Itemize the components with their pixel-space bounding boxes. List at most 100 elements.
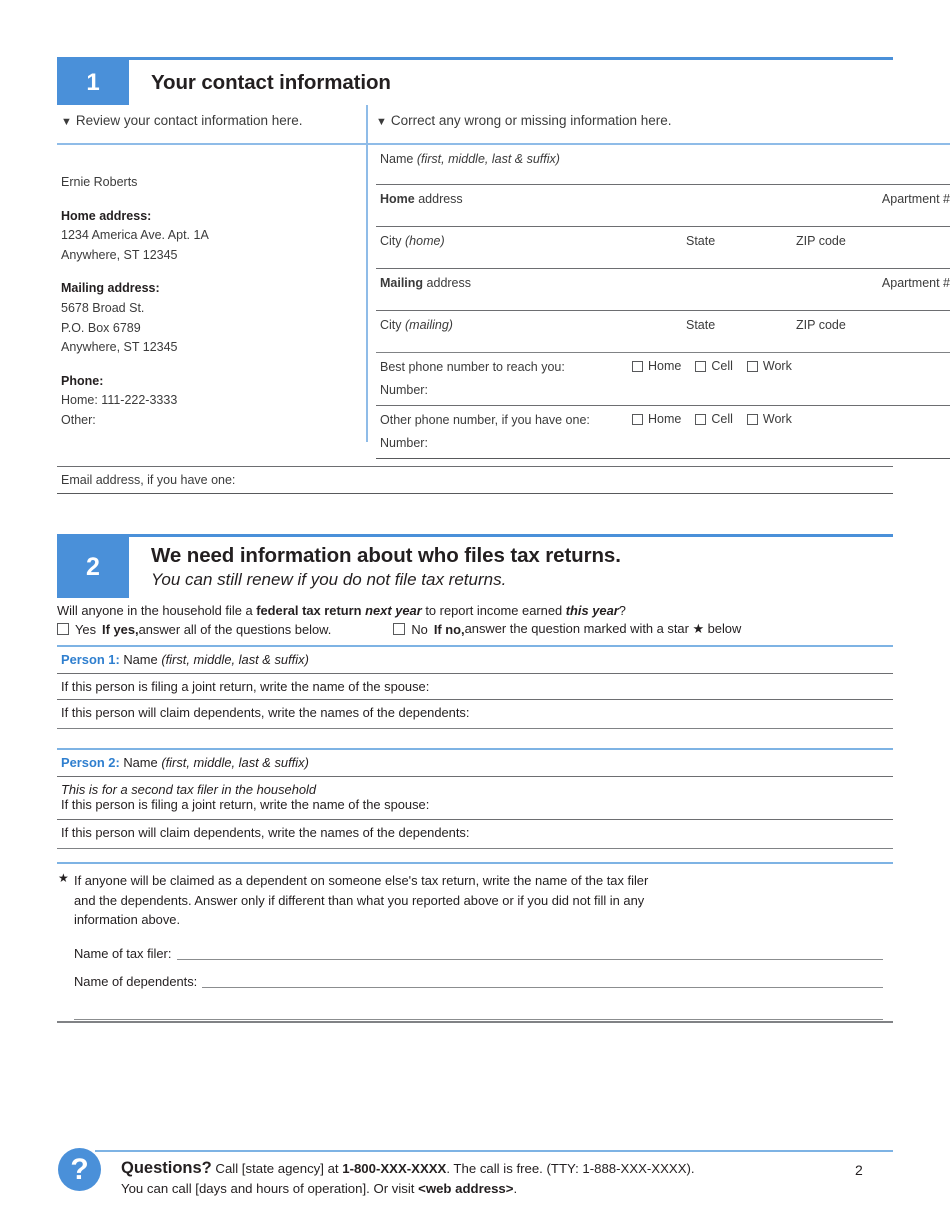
best-phone-cell-label: Cell: [711, 359, 733, 373]
section-1-title: Your contact information: [151, 71, 391, 94]
printed-contact-info: Ernie Roberts Home address: 1234 America…: [61, 173, 357, 431]
dependents-name-input-line[interactable]: [202, 987, 883, 988]
printed-mailing-address-line1: 5678 Broad St.: [61, 300, 145, 315]
other-phone-home-checkbox[interactable]: Home: [632, 412, 681, 426]
answer-yes-bold: If yes,: [102, 621, 139, 637]
other-phone-work-checkbox[interactable]: Work: [746, 412, 792, 426]
section-2-title: We need information about who files tax …: [151, 544, 621, 568]
answer-no-checkbox[interactable]: No If no, answer the question marked wit…: [393, 621, 741, 637]
best-phone-home-label: Home: [648, 359, 682, 373]
printed-home-address-line2: Anywhere, ST 12345: [61, 247, 178, 262]
answer-yes-rest: answer all of the questions below.: [138, 621, 332, 637]
person1-dependents-label: If this person will claim dependents, wr…: [61, 705, 470, 720]
answer-yes-checkbox[interactable]: Yes If yes, answer all of the questions …: [57, 622, 331, 637]
field-row-best-phone[interactable]: Best phone number to reach you: Home Cel…: [376, 353, 950, 406]
best-phone-work-checkbox[interactable]: Work: [746, 359, 792, 373]
state-mailing-field-label: State: [686, 318, 716, 332]
tax-return-question: Will anyone in the household file a fede…: [57, 603, 626, 618]
form-page: 1 Your contact information ▼ Review your …: [0, 0, 950, 1230]
state-home-field-label: State: [686, 234, 716, 248]
other-phone-home-label: Home: [648, 412, 682, 426]
triangle-down-icon: ▼: [61, 116, 72, 128]
field-row-city-home[interactable]: City (home) State ZIP code: [376, 227, 950, 269]
printed-name: Ernie Roberts: [61, 175, 138, 189]
correct-column-header-label: Correct any wrong or missing information…: [390, 113, 672, 128]
person1-spouse-row[interactable]: If this person is filing a joint return,…: [57, 673, 893, 699]
person2-name-row[interactable]: Person 2: Name (first, middle, last & su…: [57, 748, 893, 774]
section-1-banner: 1 Your contact information: [57, 57, 893, 105]
field-row-city-mailing[interactable]: City (mailing) State ZIP code: [376, 311, 950, 353]
footer-line-1: Questions? Call [state agency] at 1-800-…: [121, 1159, 695, 1177]
name-field-label: Name (first, middle, last & suffix): [380, 152, 560, 166]
person2-spouse-row[interactable]: If this person is filing a joint return,…: [57, 797, 893, 819]
best-phone-home-checkbox[interactable]: Home: [632, 359, 681, 373]
person1-bottom-rule: [57, 728, 893, 729]
person2-spouse-label: If this person is filing a joint return,…: [61, 797, 430, 812]
footer-line-2: You can call [days and hours of operatio…: [121, 1180, 518, 1196]
dependents-name-label: Name of dependents:: [74, 974, 198, 989]
star-note-line1: If anyone will be claimed as a dependent…: [74, 873, 649, 888]
person1-dependents-row[interactable]: If this person will claim dependents, wr…: [57, 699, 893, 725]
printed-mailing-address-label: Mailing address:: [61, 281, 160, 296]
star-note-text: If anyone will be claimed as a dependent…: [74, 871, 884, 930]
star-icon: ★: [58, 871, 69, 885]
best-phone-field-label: Best phone number to reach you:: [380, 360, 565, 374]
mailing-address-field-label: Mailing address: [380, 276, 472, 290]
answer-no-bold: If no,: [433, 621, 465, 637]
dependent-star-note: ★ If anyone will be claimed as a depende…: [57, 862, 893, 1020]
person1-spouse-label: If this person is filing a joint return,…: [61, 679, 430, 694]
answer-no-label: No: [411, 621, 428, 637]
person1-name-row[interactable]: Person 1: Name (first, middle, last & su…: [57, 645, 893, 671]
mailing-apartment-field-label: Apartment #: [881, 276, 950, 290]
field-row-mailing-address[interactable]: Mailing address Apartment #: [376, 269, 950, 311]
person2-bottom-rule: [57, 848, 893, 849]
contact-information-grid: ▼ Review your contact information here. ▼…: [57, 105, 950, 495]
person2-note-row: This is for a second tax filer in the ho…: [57, 776, 893, 797]
other-phone-type-checkbox-group[interactable]: Home Cell Work: [632, 412, 806, 426]
checkbox-icon[interactable]: [393, 623, 406, 635]
person2-dependents-label: If this person will claim dependents, wr…: [61, 825, 470, 840]
person2-dependents-row[interactable]: If this person will claim dependents, wr…: [57, 819, 893, 845]
checkbox-icon[interactable]: [57, 623, 69, 635]
other-phone-cell-checkbox[interactable]: Cell: [695, 412, 733, 426]
checkbox-icon[interactable]: [695, 413, 707, 425]
dependents-name-input-line-2[interactable]: [74, 1019, 883, 1020]
section-2-number: 2: [57, 537, 129, 598]
triangle-down-icon: ▼: [376, 116, 387, 128]
checkbox-icon[interactable]: [746, 413, 758, 425]
best-phone-work-label: Work: [762, 359, 792, 373]
section-2-banner: 2 We need information about who files ta…: [57, 534, 893, 598]
checkbox-icon[interactable]: [746, 360, 758, 372]
email-field-label: Email address, if you have one:: [61, 473, 236, 487]
star-note-line3: information above.: [74, 912, 181, 928]
footer-questions-label: Questions?: [121, 1159, 212, 1177]
field-row-home-address[interactable]: Home address Apartment #: [376, 185, 950, 227]
checkbox-icon[interactable]: [632, 360, 643, 372]
field-row-name[interactable]: Name (first, middle, last & suffix): [376, 143, 950, 185]
printed-mailing-address-line3: Anywhere, ST 12345: [61, 340, 178, 355]
person2-name-label: Person 2: Name (first, middle, last & su…: [61, 755, 309, 770]
section-2-bottom-rule: [57, 1021, 893, 1023]
field-row-email[interactable]: Email address, if you have one:: [57, 466, 893, 494]
printed-phone-label: Phone:: [61, 373, 104, 388]
tax-return-answer-choices[interactable]: Yes If yes, answer all of the questions …: [57, 621, 893, 637]
person2-note: This is for a second tax filer in the ho…: [61, 782, 317, 797]
checkbox-icon[interactable]: [632, 413, 643, 425]
printed-mailing-address-line2: P.O. Box 6789: [61, 320, 141, 335]
other-phone-number-label: Number:: [380, 436, 428, 450]
best-phone-number-label: Number:: [380, 383, 428, 397]
printed-phone-home: Home: 111-222-3333: [61, 393, 178, 408]
printed-phone-other: Other:: [61, 412, 96, 427]
section-1-number: 1: [57, 60, 129, 105]
tax-filer-name-input-line[interactable]: [177, 959, 883, 960]
printed-home-address-line1: 1234 America Ave. Apt. 1A: [61, 228, 209, 243]
field-row-other-phone[interactable]: Other phone number, if you have one: Hom…: [376, 406, 950, 459]
city-mailing-field-label: City (mailing): [380, 318, 453, 332]
best-phone-cell-checkbox[interactable]: Cell: [695, 359, 733, 373]
footer-rule: [95, 1150, 893, 1152]
best-phone-type-checkbox-group[interactable]: Home Cell Work: [632, 359, 806, 373]
answer-no-rest: answer the question marked with a star ★…: [464, 621, 742, 636]
checkbox-icon[interactable]: [695, 360, 707, 372]
